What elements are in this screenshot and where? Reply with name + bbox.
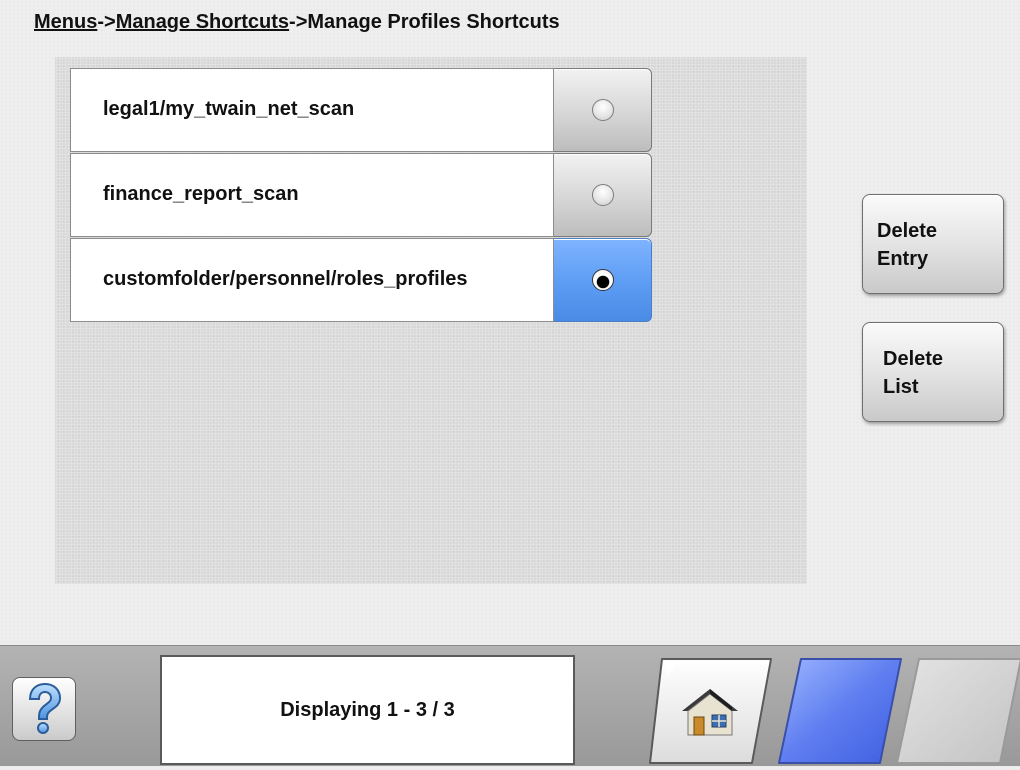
home-button[interactable] [648,655,773,765]
home-icon [682,689,738,736]
list-item-label: customfolder/personnel/roles_profiles [70,238,554,322]
profile-shortcut-list: legal1/my_twain_net_scan finance_report_… [70,68,652,322]
list-item-radio-cell[interactable] [554,153,652,237]
breadcrumb-link-manage-shortcuts[interactable]: Manage Shortcuts [116,11,289,33]
list-item[interactable]: legal1/my_twain_net_scan [70,68,652,152]
delete-entry-button-label-line2: Entry [877,248,929,270]
help-button[interactable] [12,677,76,741]
delete-entry-button[interactable]: Delete Entry [862,194,1004,294]
delete-entry-button-label-line1: Delete [877,220,938,242]
radio-button[interactable] [591,99,614,121]
status-text: Displaying 1 - 3 / 3 [280,698,455,721]
blue-nav-button[interactable] [777,655,905,765]
breadcrumb-current: ->Manage Profiles Shortcuts [289,11,560,33]
radio-button[interactable] [591,184,614,206]
radio-button-selected[interactable] [591,269,614,291]
breadcrumb: Menus->Manage Shortcuts->Manage Profiles… [34,11,560,34]
gray-nav-button[interactable] [895,655,1020,765]
list-item-label: legal1/my_twain_net_scan [70,68,554,152]
delete-list-button-label-line1: Delete [883,348,944,370]
delete-list-button[interactable]: Delete List [862,322,1004,422]
list-item-label: finance_report_scan [70,153,554,237]
blue-parallelogram-icon [778,658,902,764]
question-mark-icon [28,682,62,734]
list-item[interactable]: customfolder/personnel/roles_profiles [70,238,652,322]
breadcrumb-separator: -> [97,11,116,33]
list-item-radio-cell[interactable] [554,68,652,152]
list-item[interactable]: finance_report_scan [70,153,652,237]
delete-list-button-label-line2: List [883,376,919,398]
list-item-radio-cell[interactable] [554,238,652,322]
bottom-bar: Displaying 1 - 3 / 3 [0,645,1020,766]
gray-parallelogram-icon [896,658,1020,764]
breadcrumb-link-menus[interactable]: Menus [34,11,97,33]
status-display: Displaying 1 - 3 / 3 [160,655,575,765]
